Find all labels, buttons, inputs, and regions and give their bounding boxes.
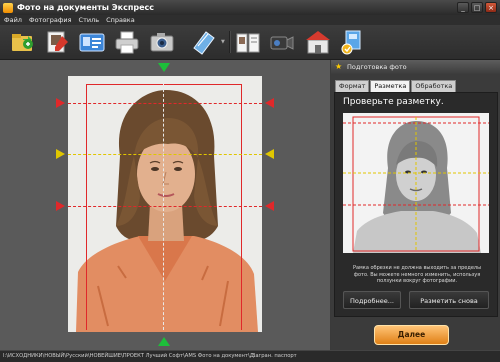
check-markup-title: Проверьте разметку. (343, 97, 444, 107)
eye-left-handle-icon[interactable] (56, 149, 65, 159)
eye-right-handle-icon[interactable] (265, 149, 274, 159)
menu-bar: Файл Фотография Стиль Справка (0, 15, 500, 25)
markup-hint: Рамка обрезки не должна выходить за пред… (352, 265, 482, 284)
id-card-icon[interactable] (78, 28, 106, 56)
next-button[interactable]: Далее (374, 325, 449, 345)
markup-preview (343, 113, 489, 253)
head-top-left-handle-icon[interactable] (56, 98, 65, 108)
tab-format[interactable]: Формат (335, 80, 370, 92)
menu-help[interactable]: Справка (106, 16, 135, 24)
toolbar-separator (229, 31, 231, 53)
store-icon[interactable] (304, 28, 332, 56)
crop-icon[interactable] (190, 28, 218, 56)
maximize-button[interactable]: □ (471, 2, 483, 13)
save-icon[interactable] (338, 28, 366, 56)
book-icon[interactable] (234, 28, 262, 56)
markup-tab-content: Проверьте разметку. Рамка обрезки не дол… (334, 92, 498, 317)
minimize-button[interactable]: _ (457, 2, 469, 13)
app-logo-icon (3, 2, 13, 13)
tab-processing[interactable]: Обработка (411, 80, 457, 92)
head-top-line[interactable] (68, 103, 262, 104)
menu-file[interactable]: Файл (4, 16, 22, 24)
head-top-right-handle-icon[interactable] (265, 98, 274, 108)
video-camera-icon[interactable] (268, 28, 296, 56)
status-bar: I:\ИСХОДНИКИ\НОВЫЙ\Русский\НОВЕЙШИЕ\ПРОЕ… (0, 350, 500, 362)
toolbar: ▼ (0, 25, 500, 60)
bottom-handle-icon[interactable] (158, 337, 170, 346)
window-title: Фото на документы Экспресс (17, 3, 155, 12)
tab-markup[interactable]: Разметка (370, 80, 411, 92)
top-handle-icon[interactable] (158, 63, 170, 72)
portrait-image (68, 76, 262, 332)
remark-button[interactable]: Разметить снова (409, 291, 489, 309)
edit-photo-icon[interactable] (44, 28, 72, 56)
toolbar-dropdown-icon[interactable]: ▼ (221, 39, 225, 45)
chin-right-handle-icon[interactable] (265, 201, 274, 211)
menu-style[interactable]: Стиль (79, 16, 100, 24)
prepare-photo-panel: ★ Подготовка фото Формат Разметка Обрабо… (331, 60, 500, 350)
chin-left-handle-icon[interactable] (56, 201, 65, 211)
crop-right-line[interactable] (241, 84, 242, 330)
panel-title: Подготовка фото (347, 63, 407, 71)
status-doc-type: Загран. паспорт (252, 353, 297, 359)
more-info-button[interactable]: Подробнее... (343, 291, 401, 309)
photo-canvas (0, 60, 330, 350)
crop-left-line[interactable] (86, 84, 87, 330)
panel-header: ★ Подготовка фото (331, 60, 500, 74)
print-icon[interactable] (113, 28, 141, 56)
chin-line[interactable] (68, 206, 262, 207)
open-photo-icon[interactable] (9, 28, 37, 56)
star-icon: ★ (335, 62, 343, 71)
menu-photo[interactable]: Фотография (29, 16, 72, 24)
app-window: Фото на документы Экспресс _ □ × Файл Фо… (0, 0, 500, 362)
camera-icon[interactable] (148, 28, 176, 56)
person-photo (68, 76, 262, 332)
center-line (163, 84, 164, 330)
markup-preview-image (343, 113, 489, 253)
status-path: I:\ИСХОДНИКИ\НОВЫЙ\Русский\НОВЕЙШИЕ\ПРОЕ… (3, 353, 259, 359)
panel-tabs: Формат Разметка Обработка (335, 80, 457, 92)
eye-line[interactable] (68, 154, 262, 155)
close-button[interactable]: × (485, 2, 497, 13)
title-bar: Фото на документы Экспресс _ □ × (0, 0, 500, 15)
